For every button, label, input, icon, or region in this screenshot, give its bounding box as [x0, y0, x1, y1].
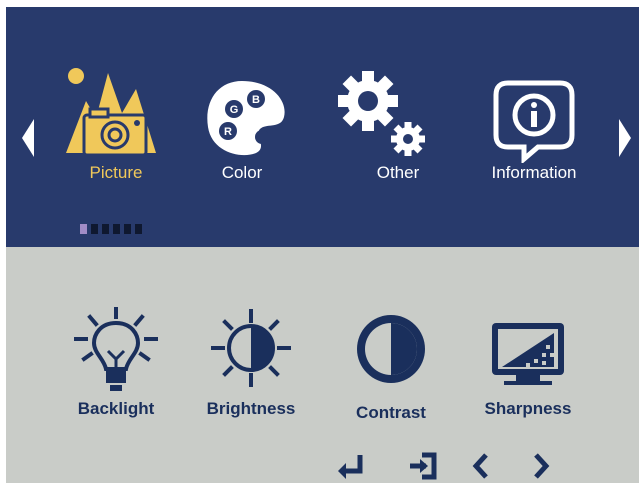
palette-letter-b: B [252, 94, 260, 106]
category-label: Other [376, 163, 420, 182]
right-chevron-icon[interactable] [524, 449, 558, 483]
submenu-label: Sharpness [484, 399, 572, 418]
lightbulb-icon [74, 307, 158, 391]
left-chevron-icon[interactable] [464, 449, 498, 483]
osd-menu: Picture B G R Color Other Information Ba… [6, 7, 639, 483]
page-dot [124, 224, 131, 234]
page-dot-active [80, 224, 87, 234]
category-picture[interactable]: Picture [56, 63, 176, 193]
palette-letter-r: R [224, 126, 232, 138]
submenu-label: Backlight [77, 399, 155, 418]
category-bar: Picture B G R Color Other Information [6, 7, 639, 247]
page-dot [113, 224, 120, 234]
palette-letter-g: G [230, 104, 239, 116]
submenu-label: Contrast [356, 403, 426, 422]
gears-icon [338, 71, 425, 156]
category-information[interactable]: Information [474, 63, 594, 193]
monitor-sharpness-icon [492, 323, 564, 385]
category-label: Picture [89, 163, 143, 182]
page-dot [91, 224, 98, 234]
scroll-left-arrow-icon[interactable] [20, 117, 36, 159]
page-dot [102, 224, 109, 234]
submenu-contrast[interactable]: Contrast [321, 307, 461, 427]
category-other[interactable]: Other [338, 63, 458, 193]
category-label: Information [491, 163, 577, 182]
category-color[interactable]: B G R Color [182, 63, 302, 193]
category-label: Color [221, 163, 263, 182]
scroll-right-arrow-icon[interactable] [617, 117, 633, 159]
submenu-brightness[interactable]: Brightness [181, 307, 321, 427]
contrast-circle-icon [357, 315, 425, 383]
page-dot [135, 224, 142, 234]
enter-icon[interactable] [334, 449, 368, 483]
information-bubble-icon [493, 80, 575, 163]
exit-icon[interactable] [406, 449, 440, 483]
picture-mountains-camera-icon [66, 68, 156, 157]
color-palette-icon: B G R [207, 81, 285, 156]
page-indicator [80, 224, 142, 234]
submenu-label: Brightness [206, 399, 296, 418]
submenu-sharpness[interactable]: Sharpness [458, 307, 598, 427]
submenu-backlight[interactable]: Backlight [46, 307, 186, 427]
sun-half-icon [211, 309, 291, 387]
